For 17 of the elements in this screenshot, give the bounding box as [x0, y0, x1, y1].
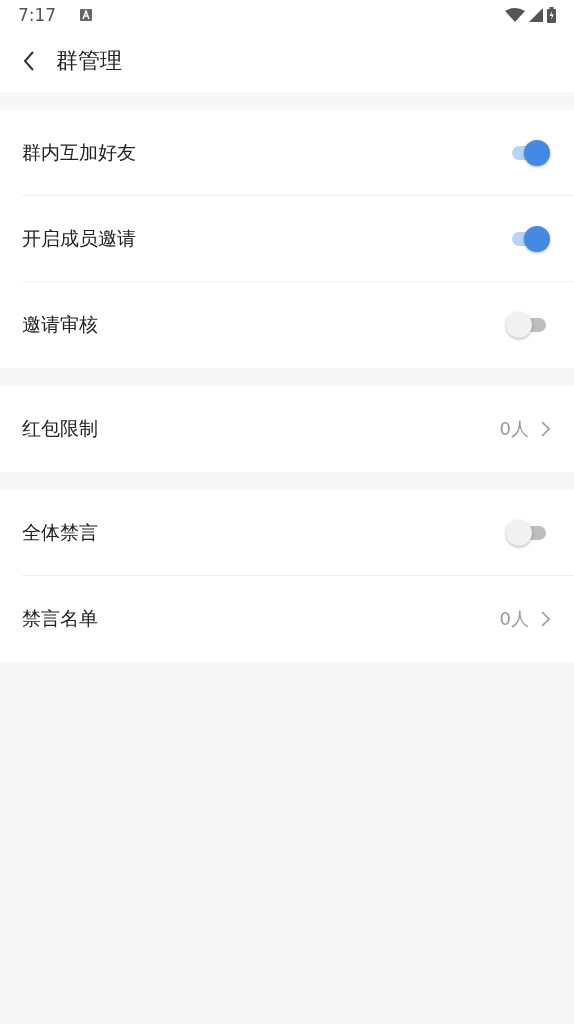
chevron-right-icon[interactable] [541, 420, 550, 437]
setting-label: 邀请审核 [22, 311, 99, 337]
notification-icon [80, 9, 93, 21]
battery-icon [547, 7, 556, 23]
setting-label: 开启成员邀请 [22, 225, 137, 251]
count-value: 0人 [499, 416, 529, 441]
setting-label: 红包限制 [22, 415, 99, 441]
setting-label: 群内互加好友 [22, 139, 137, 165]
wifi-icon [505, 8, 525, 22]
setting-label: 禁言名单 [22, 605, 99, 631]
chevron-right-icon[interactable] [541, 610, 550, 627]
count-value: 0人 [499, 606, 529, 631]
signal-icon [529, 8, 543, 22]
back-button[interactable] [22, 50, 36, 72]
page-title: 群管理 [56, 47, 122, 75]
setting-label: 全体禁言 [22, 519, 99, 545]
status-time: 7:17 [18, 5, 57, 25]
